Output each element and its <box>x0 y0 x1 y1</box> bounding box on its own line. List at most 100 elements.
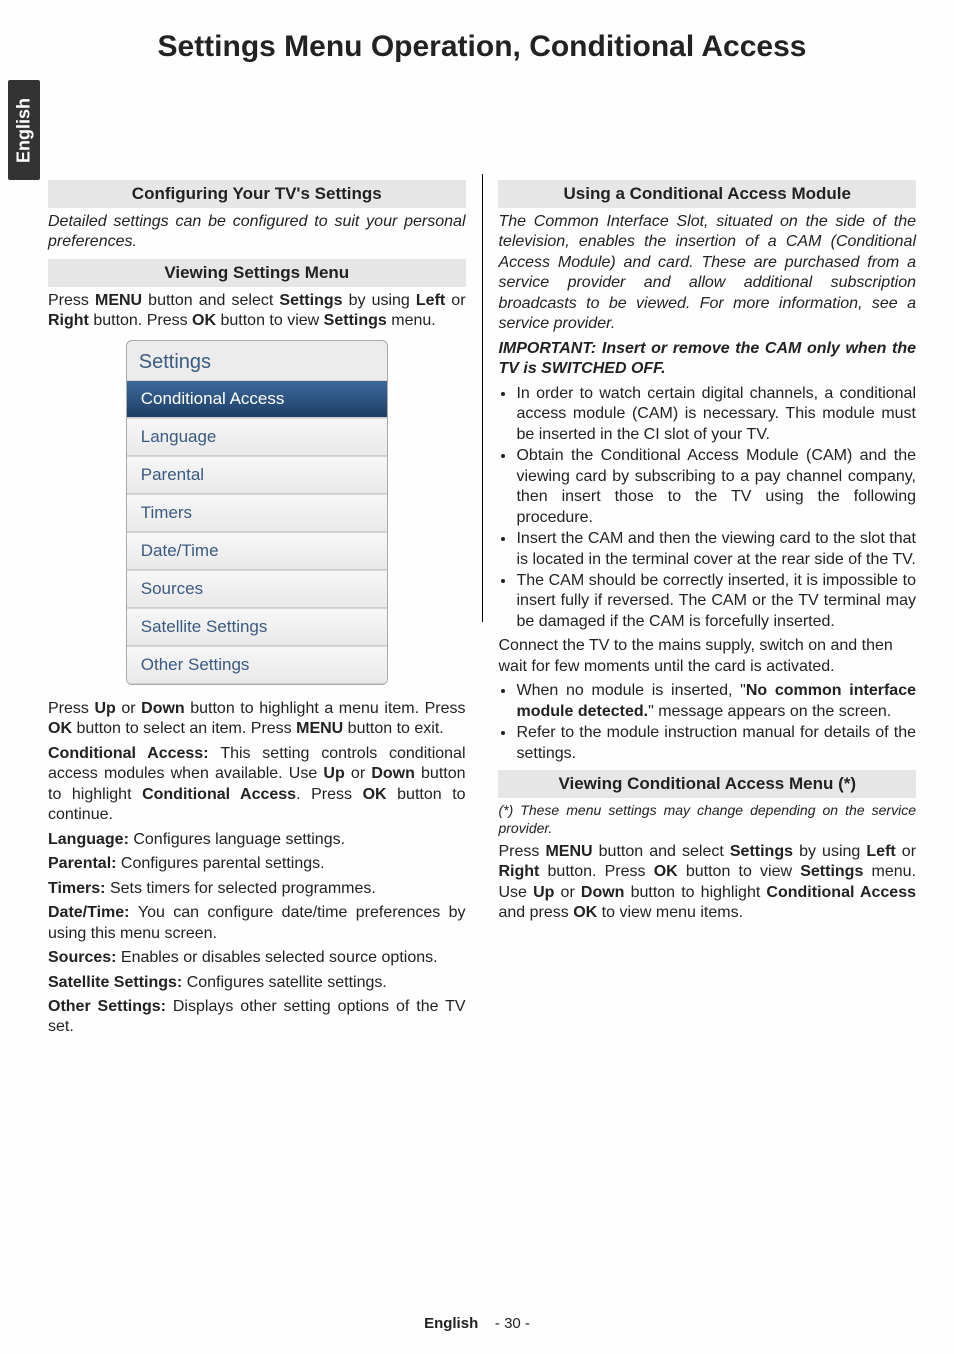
text: Settings <box>324 312 387 329</box>
bullet-1: In order to watch certain digital channe… <box>516 384 916 445</box>
text: Configures language settings. <box>133 831 345 848</box>
footer-page-number: - 30 - <box>495 1315 530 1332</box>
text: MENU <box>296 720 343 737</box>
menu-item-satellite: Satellite Settings <box>127 608 387 646</box>
ca-menu-footnote: (*) These menu settings may change depen… <box>498 802 916 838</box>
text: menu. <box>387 312 436 329</box>
heading-using-cam: Using a Conditional Access Module <box>498 180 916 208</box>
menu-title: Settings <box>127 341 387 380</box>
settings-menu-screenshot: Settings Conditional Access Language Par… <box>126 340 388 685</box>
timers-paragraph: Timers: Sets timers for selected program… <box>48 879 466 899</box>
text: button to select an item. Press <box>72 720 296 737</box>
menu-item-timers: Timers <box>127 494 387 532</box>
text: and press <box>498 904 573 921</box>
text: Timers: <box>48 880 110 897</box>
menu-item-conditional-access: Conditional Access <box>127 380 387 418</box>
menu-item-language: Language <box>127 418 387 456</box>
text: or <box>445 292 465 309</box>
configuring-intro: Detailed settings can be configured to s… <box>48 212 466 253</box>
text: Date/Time: <box>48 904 138 921</box>
text: to view menu items. <box>597 904 743 921</box>
text: Right <box>48 312 89 329</box>
menu-item-parental: Parental <box>127 456 387 494</box>
text: OK <box>48 720 72 737</box>
text: Enables or disables selected source opti… <box>121 949 438 966</box>
viewing-settings-paragraph: Press MENU button and select Settings by… <box>48 291 466 332</box>
text: Left <box>416 292 445 309</box>
text: by using <box>793 843 866 860</box>
cam-bullets-1: In order to watch certain digital channe… <box>498 384 916 633</box>
text: Conditional Access <box>142 786 296 803</box>
parental-paragraph: Parental: Configures parental settings. <box>48 854 466 874</box>
text: button to exit. <box>343 720 444 737</box>
text: MENU <box>545 843 592 860</box>
text: or <box>345 765 372 782</box>
bullet-5: When no module is inserted, "No common i… <box>516 681 916 722</box>
text: OK <box>654 863 678 880</box>
bullet-4: The CAM should be correctly inserted, it… <box>516 571 916 632</box>
right-column: Using a Conditional Access Module The Co… <box>498 174 916 1042</box>
text: by using <box>343 292 416 309</box>
text: Press <box>48 292 95 309</box>
datetime-paragraph: Date/Time: You can configure date/time p… <box>48 903 466 944</box>
text: Press <box>498 843 545 860</box>
cam-bullets-2: When no module is inserted, "No common i… <box>498 681 916 764</box>
language-paragraph: Language: Configures language settings. <box>48 830 466 850</box>
text: Up <box>94 700 115 717</box>
text: Down <box>371 765 415 782</box>
text: MENU <box>95 292 142 309</box>
text: button to highlight <box>624 884 766 901</box>
page-title: Settings Menu Operation, Conditional Acc… <box>48 30 916 64</box>
text: button to view <box>216 312 324 329</box>
bullet-3: Insert the CAM and then the viewing card… <box>516 529 916 570</box>
text: Configures satellite settings. <box>187 974 387 991</box>
page: English Settings Menu Operation, Conditi… <box>0 0 954 1354</box>
text: OK <box>573 904 597 921</box>
text: button to highlight a menu item. Press <box>185 700 466 717</box>
text: Language: <box>48 831 133 848</box>
menu-item-date-time: Date/Time <box>127 532 387 570</box>
using-cam-intro: The Common Interface Slot, situated on t… <box>498 212 916 335</box>
left-column: Configuring Your TV's Settings Detailed … <box>48 174 466 1042</box>
page-footer: English - 30 - <box>0 1315 954 1332</box>
column-divider <box>482 174 483 622</box>
text: Left <box>866 843 895 860</box>
text: button. Press <box>539 863 653 880</box>
text: Satellite Settings: <box>48 974 187 991</box>
bullet-2: Obtain the Conditional Access Module (CA… <box>516 446 916 528</box>
text: Up <box>323 765 344 782</box>
text: Other Settings: <box>48 998 173 1015</box>
content-columns: Configuring Your TV's Settings Detailed … <box>48 174 916 1042</box>
text: . Press <box>296 786 362 803</box>
ca-menu-paragraph: Press MENU button and select Settings by… <box>498 842 916 924</box>
text: Down <box>141 700 185 717</box>
text: When no module is inserted, " <box>516 682 745 699</box>
text: or <box>116 700 141 717</box>
text: Sources: <box>48 949 121 966</box>
text: or <box>554 884 581 901</box>
text: Sets timers for selected programmes. <box>110 880 376 897</box>
language-tab: English <box>8 80 40 180</box>
text: Up <box>533 884 554 901</box>
satellite-paragraph: Satellite Settings: Configures satellite… <box>48 973 466 993</box>
text: Settings <box>800 863 863 880</box>
text: Parental: <box>48 855 121 872</box>
other-paragraph: Other Settings: Displays other setting o… <box>48 997 466 1038</box>
sources-paragraph: Sources: Enables or disables selected so… <box>48 948 466 968</box>
text: Configures parental settings. <box>121 855 325 872</box>
text: or <box>896 843 916 860</box>
text: Press <box>48 700 94 717</box>
text: Settings <box>730 843 793 860</box>
text: OK <box>192 312 216 329</box>
text: Right <box>498 863 539 880</box>
text: button. Press <box>89 312 192 329</box>
heading-configuring: Configuring Your TV's Settings <box>48 180 466 208</box>
heading-viewing-settings: Viewing Settings Menu <box>48 259 466 287</box>
important-note: IMPORTANT: Insert or remove the CAM only… <box>498 339 916 380</box>
nav-paragraph: Press Up or Down button to highlight a m… <box>48 699 466 740</box>
text: Settings <box>279 292 342 309</box>
text: button and select <box>593 843 730 860</box>
text: button to view <box>678 863 801 880</box>
text: button and select <box>142 292 279 309</box>
bullet-6: Refer to the module instruction manual f… <box>516 723 916 764</box>
